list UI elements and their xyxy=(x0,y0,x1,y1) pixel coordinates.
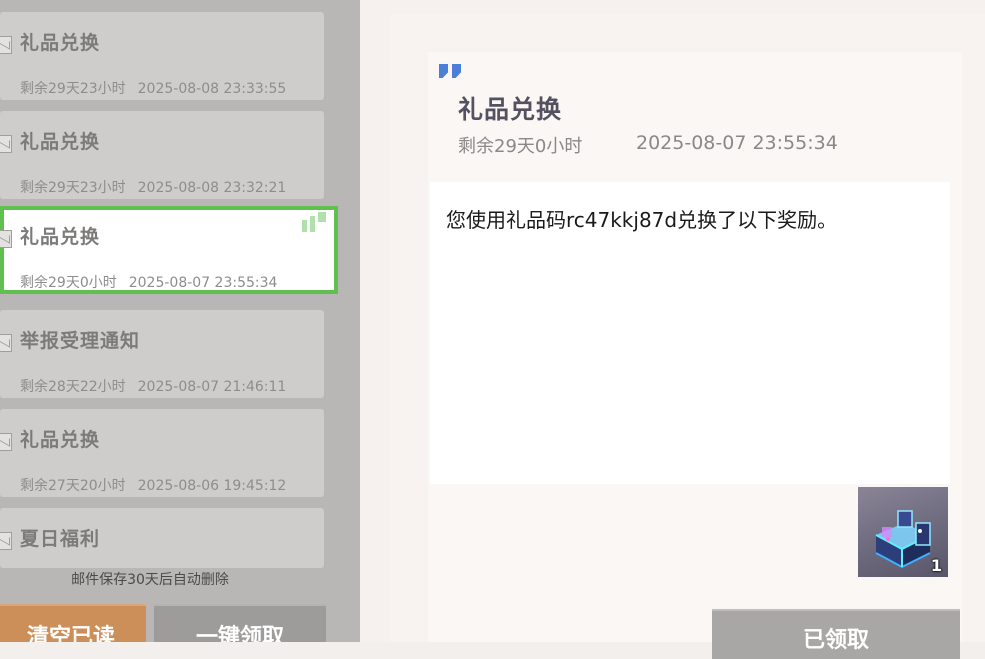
mail-list-panel: 礼品兑换 剩余29天23小时 2025-08-08 23:33:55 礼品兑换 剩… xyxy=(0,0,360,642)
mail-title: 礼品兑换 xyxy=(20,429,101,451)
mail-item[interactable]: 举报受理通知 剩余28天22小时 2025-08-07 21:46:11 xyxy=(0,310,324,398)
mail-time: 2025-08-08 23:33:55 xyxy=(137,81,287,97)
envelope-icon xyxy=(0,230,12,248)
clear-read-button[interactable]: 清空已读 xyxy=(0,604,146,642)
mail-meta: 剩余29天23小时 2025-08-08 23:32:21 xyxy=(20,177,286,197)
detail-remaining: 剩余29天0小时 xyxy=(458,136,583,157)
claimed-button[interactable]: 已领取 xyxy=(712,609,960,659)
mail-meta: 剩余28天22小时 2025-08-07 21:46:11 xyxy=(20,376,286,396)
mail-remaining: 剩余29天23小时 xyxy=(20,180,126,196)
mail-remaining: 剩余27天20小时 xyxy=(20,478,126,494)
mail-remaining: 剩余29天23小时 xyxy=(20,81,126,97)
mail-title: 礼品兑换 xyxy=(20,32,101,54)
detail-body: 您使用礼品码rc47kkj87d兑换了以下奖励。 xyxy=(430,182,950,484)
detail-body-text: 您使用礼品码rc47kkj87d兑换了以下奖励。 xyxy=(446,208,838,232)
quote-icon xyxy=(439,64,465,80)
mail-title: 举报受理通知 xyxy=(20,330,141,352)
mail-retention-note: 邮件保存30天后自动删除 xyxy=(71,572,229,588)
selection-sparkle-icon xyxy=(302,212,330,234)
mail-time: 2025-08-07 21:46:11 xyxy=(137,379,287,395)
envelope-icon xyxy=(0,36,12,54)
mail-item[interactable]: 礼品兑换 剩余29天23小时 2025-08-08 23:32:21 xyxy=(0,111,324,199)
detail-title: 礼品兑换 xyxy=(458,95,563,124)
mail-remaining: 剩余29天0小时 xyxy=(20,275,117,291)
mail-meta: 剩余29天0小时 2025-08-07 23:55:34 xyxy=(20,272,277,292)
mail-meta: 剩余27天20小时 2025-08-06 19:45:12 xyxy=(20,475,286,495)
mail-item[interactable]: 夏日福利 xyxy=(0,508,324,568)
envelope-icon xyxy=(0,135,12,153)
reward-item[interactable]: 1 xyxy=(858,487,948,577)
mail-title: 礼品兑换 xyxy=(20,226,101,248)
claim-all-button[interactable]: 一键领取 xyxy=(154,604,326,642)
envelope-icon xyxy=(0,433,12,451)
mail-item-selected[interactable]: 礼品兑换 剩余29天0小时 2025-08-07 23:55:34 xyxy=(0,206,338,294)
detail-time: 2025-08-07 23:55:34 xyxy=(636,132,838,154)
mail-meta: 剩余29天23小时 2025-08-08 23:33:55 xyxy=(20,78,286,98)
mail-title: 礼品兑换 xyxy=(20,131,101,153)
mail-time: 2025-08-06 19:45:12 xyxy=(137,478,287,494)
envelope-icon xyxy=(0,334,12,352)
mail-item[interactable]: 礼品兑换 剩余27天20小时 2025-08-06 19:45:12 xyxy=(0,409,324,497)
envelope-icon xyxy=(0,532,12,550)
reward-count: 1 xyxy=(930,556,942,575)
mail-time: 2025-08-07 23:55:34 xyxy=(128,275,278,291)
mail-title: 夏日福利 xyxy=(20,528,101,550)
mail-remaining: 剩余28天22小时 xyxy=(20,379,126,395)
mail-item[interactable]: 礼品兑换 剩余29天23小时 2025-08-08 23:33:55 xyxy=(0,12,324,100)
mail-time: 2025-08-08 23:32:21 xyxy=(137,180,287,196)
